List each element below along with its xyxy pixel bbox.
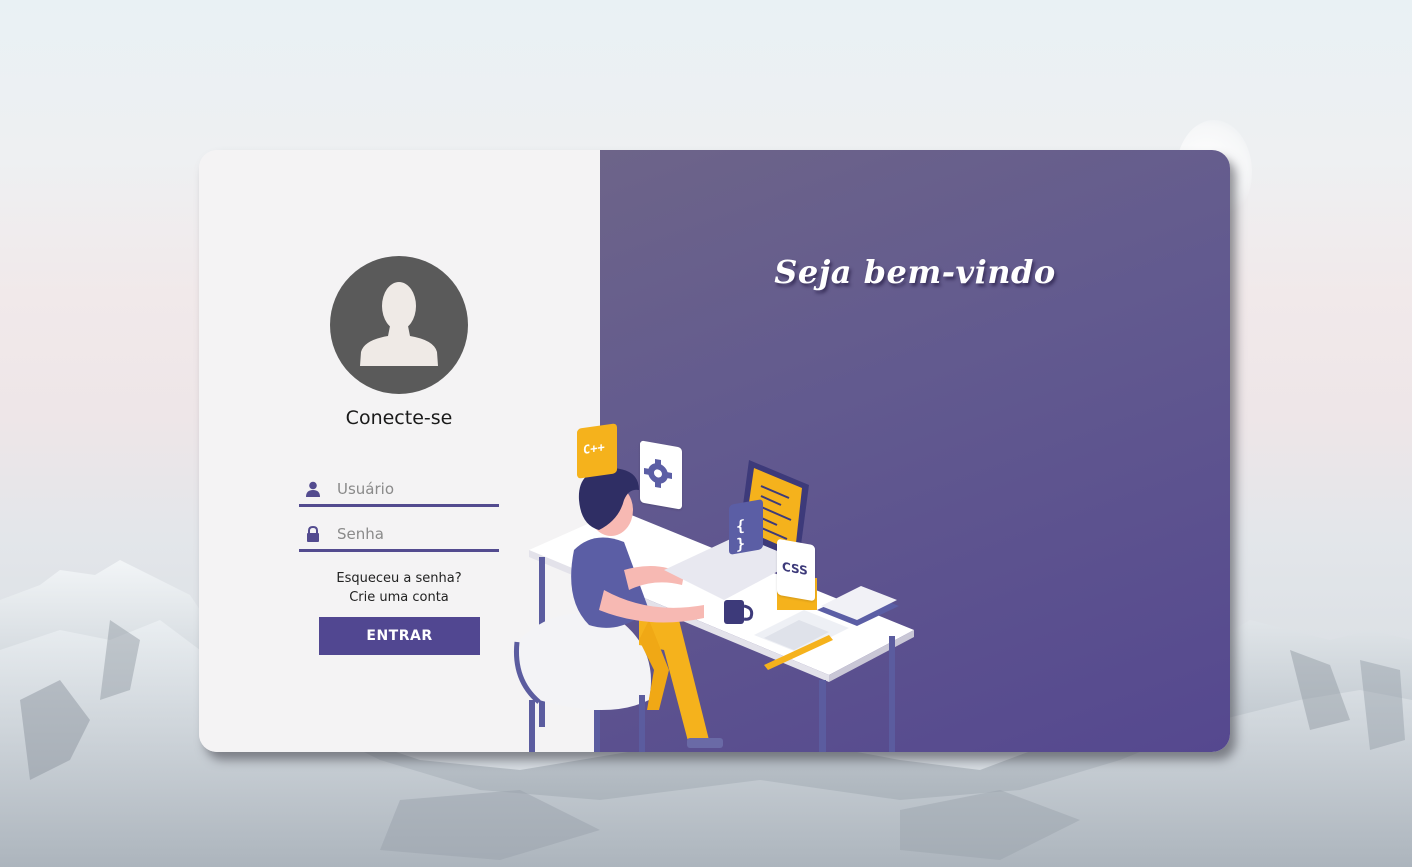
username-field [299, 471, 499, 507]
cpp-badge: C++ [577, 423, 617, 479]
user-icon [306, 481, 320, 497]
cpp-badge-label: C++ [583, 439, 605, 457]
password-field [299, 516, 499, 552]
username-input[interactable] [337, 477, 495, 501]
gear-icon [644, 458, 672, 488]
password-input[interactable] [337, 522, 495, 546]
login-card: Conecte-se Esqueceu a senha? Crie uma co… [199, 150, 1230, 752]
css-badge-label: CSS [782, 559, 808, 579]
braces-badge-label: { } [736, 516, 746, 554]
avatar-icon [360, 282, 438, 366]
login-button[interactable]: ENTRAR [319, 617, 480, 655]
braces-badge: { } [729, 499, 763, 555]
welcome-heading: Seja bem-vindo [774, 253, 1056, 291]
developer-illustration [513, 460, 914, 752]
avatar [330, 256, 468, 394]
css-badge: CSS [777, 538, 815, 602]
lock-icon [307, 526, 319, 542]
settings-badge [640, 440, 682, 510]
